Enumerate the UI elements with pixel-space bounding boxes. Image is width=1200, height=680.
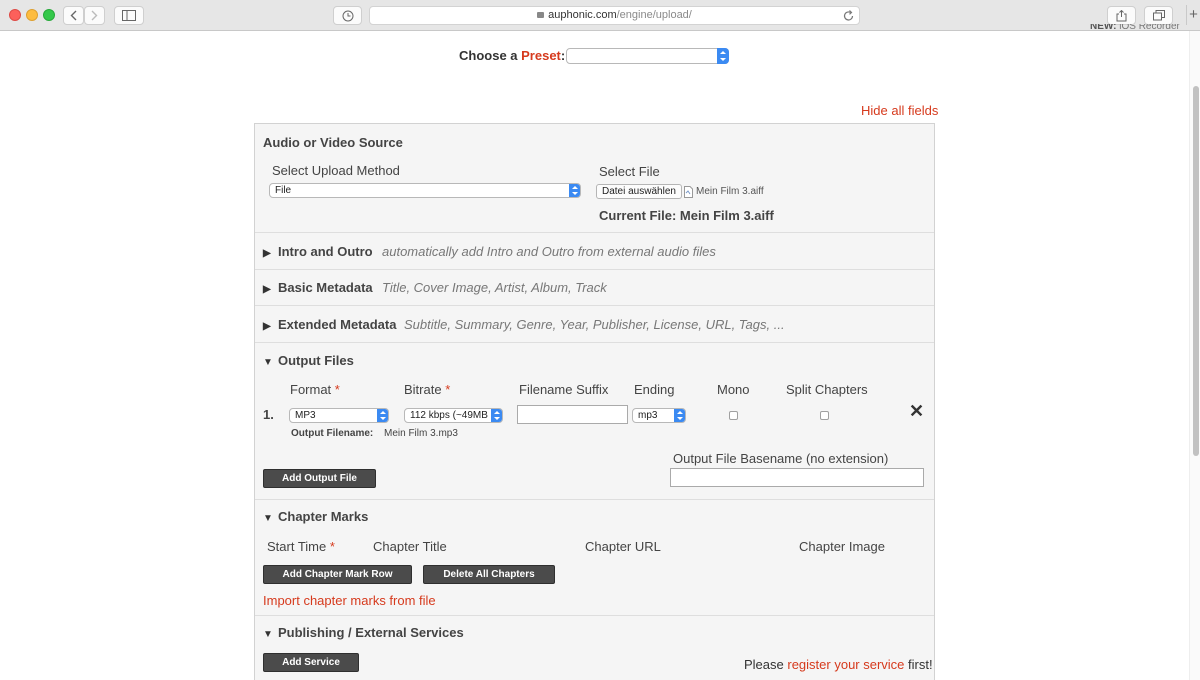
history-button[interactable] [333, 6, 362, 25]
triangle-right-icon: ▶ [263, 248, 271, 259]
divider [255, 615, 934, 616]
add-output-file-button[interactable]: Add Output File [263, 469, 376, 488]
share-icon [1116, 10, 1127, 22]
upload-method-label: Select Upload Method [272, 163, 400, 178]
mono-column-header: Mono [717, 382, 750, 397]
current-file: Current File: Mein Film 3.aiff [599, 208, 774, 223]
basic-metadata-toggle[interactable]: ▶ Basic Metadata [263, 280, 373, 295]
extended-metadata-description: Subtitle, Summary, Genre, Year, Publishe… [404, 317, 785, 332]
divider [255, 232, 934, 233]
basename-input[interactable] [670, 468, 924, 487]
intro-outro-description: automatically add Intro and Outro from e… [382, 244, 716, 259]
zoom-window-button[interactable] [43, 9, 55, 21]
output-filename-label: Output Filename: [291, 428, 374, 439]
chapter-title-column-header: Chapter Title [373, 539, 447, 554]
browser-toolbar: auphonic.com/engine/upload/ + [0, 0, 1200, 31]
tabs-icon [1152, 10, 1165, 21]
import-chapter-marks-link[interactable]: Import chapter marks from file [263, 593, 436, 608]
share-button[interactable] [1107, 6, 1136, 25]
upload-method-select[interactable]: File [269, 183, 581, 198]
back-button[interactable] [63, 6, 84, 25]
select-stepper-icon [377, 409, 388, 422]
new-tab-button[interactable]: + [1186, 5, 1200, 25]
preset-select[interactable] [566, 48, 729, 64]
lock-icon [537, 12, 545, 18]
mono-checkbox[interactable] [729, 411, 738, 420]
url-text: auphonic.com/engine/upload/ [370, 9, 859, 21]
top-banner[interactable]: NEW: iOS Recorder [1090, 24, 1180, 34]
divider [255, 342, 934, 343]
remove-output-icon[interactable]: ✕ [909, 401, 924, 422]
triangle-down-icon: ▼ [263, 357, 273, 368]
split-chapters-column-header: Split Chapters [786, 382, 868, 397]
vertical-scrollbar[interactable] [1189, 31, 1200, 680]
scrollbar-thumb[interactable] [1193, 86, 1199, 456]
select-file-label: Select File [599, 164, 660, 179]
select-stepper-icon [674, 409, 685, 422]
file-icon [684, 185, 693, 203]
preset-label: Choose a Preset: [459, 48, 566, 63]
extended-metadata-toggle[interactable]: ▶ Extended Metadata [263, 317, 396, 332]
clock-icon [342, 10, 353, 22]
output-files-toggle[interactable]: ▼ Output Files [263, 353, 354, 368]
source-section-title: Audio or Video Source [263, 135, 403, 150]
chapter-image-column-header: Chapter Image [799, 539, 885, 554]
add-chapter-mark-row-button[interactable]: Add Chapter Mark Row [263, 565, 412, 584]
ending-column-header: Ending [634, 382, 675, 397]
chevron-right-icon [91, 10, 98, 21]
filename-suffix-input[interactable] [517, 405, 628, 424]
triangle-down-icon: ▼ [263, 629, 273, 640]
select-stepper-icon [569, 184, 580, 197]
divider [255, 499, 934, 500]
publishing-toggle[interactable]: ▼ Publishing / External Services [263, 625, 464, 640]
basename-label: Output File Basename (no extension) [673, 451, 889, 466]
register-service-note: Please register your service first! [744, 657, 933, 672]
divider [255, 269, 934, 270]
register-service-link[interactable]: register your service [787, 657, 904, 672]
triangle-down-icon: ▼ [263, 513, 273, 524]
output-filename-value: Mein Film 3.mp3 [384, 428, 458, 439]
chapter-url-column-header: Chapter URL [585, 539, 661, 554]
basic-metadata-description: Title, Cover Image, Artist, Album, Track [382, 280, 607, 295]
add-service-button[interactable]: Add Service [263, 653, 359, 672]
reload-icon[interactable] [843, 9, 854, 27]
tabs-overview-button[interactable] [1144, 6, 1173, 25]
start-time-column-header: Start Time * [267, 539, 335, 554]
intro-outro-toggle[interactable]: ▶ Intro and Outro [263, 244, 373, 259]
minimize-window-button[interactable] [26, 9, 38, 21]
hide-all-fields-link[interactable]: Hide all fields [861, 103, 938, 118]
chevron-left-icon [70, 10, 77, 21]
close-window-button[interactable] [9, 9, 21, 21]
select-stepper-icon [491, 409, 502, 422]
bitrate-select[interactable]: 112 kbps (~49MB [404, 408, 503, 423]
triangle-right-icon: ▶ [263, 284, 271, 295]
chapter-marks-toggle[interactable]: ▼ Chapter Marks [263, 509, 368, 524]
selected-file-name: Mein Film 3.aiff [696, 186, 764, 197]
sidebar-icon [122, 10, 136, 21]
ending-select[interactable]: mp3 [632, 408, 686, 423]
format-select[interactable]: MP3 [289, 408, 389, 423]
bitrate-column-header: Bitrate * [404, 382, 451, 397]
format-column-header: Format * [290, 382, 340, 397]
delete-all-chapters-button[interactable]: Delete All Chapters [423, 565, 555, 584]
suffix-column-header: Filename Suffix [519, 382, 609, 397]
upload-form-panel: Audio or Video Source Select Upload Meth… [254, 123, 935, 680]
choose-file-button[interactable]: Datei auswählen [596, 184, 682, 199]
select-stepper-icon [717, 48, 729, 64]
split-chapters-checkbox[interactable] [820, 411, 829, 420]
triangle-right-icon: ▶ [263, 321, 271, 332]
divider [255, 305, 934, 306]
output-row-number: 1. [263, 407, 274, 422]
address-bar[interactable]: auphonic.com/engine/upload/ [369, 6, 860, 25]
sidebar-toggle-button[interactable] [114, 6, 144, 25]
forward-button[interactable] [84, 6, 105, 25]
